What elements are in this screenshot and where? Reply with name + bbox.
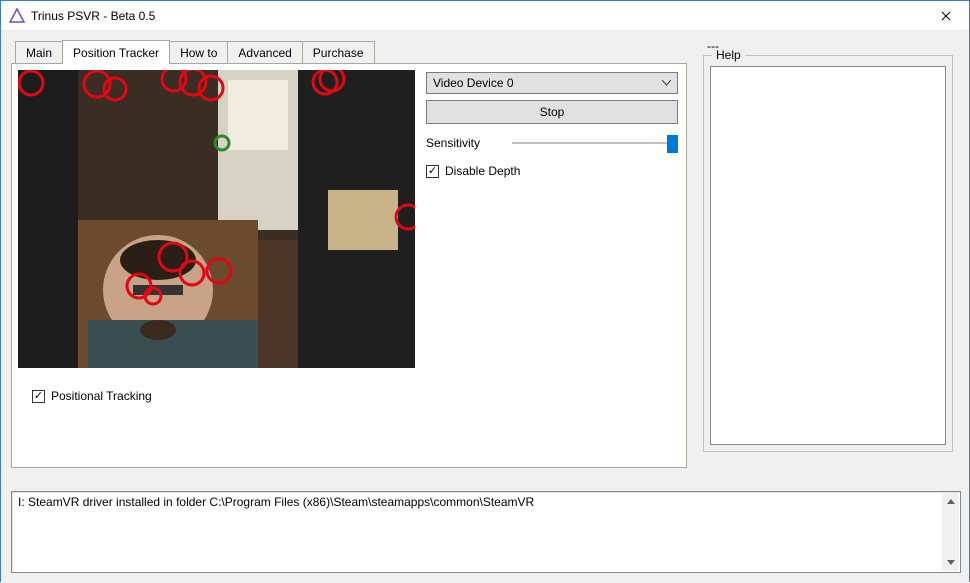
app-icon [9,8,25,24]
tab-main[interactable]: Main [15,41,63,64]
sensitivity-thumb[interactable] [667,135,678,153]
positional-tracking-row: Positional Tracking [32,389,152,403]
titlebar: Trinus PSVR - Beta 0.5 [1,1,969,31]
chevron-down-icon [662,78,671,89]
disable-depth-label: Disable Depth [445,164,520,178]
video-preview [18,70,415,368]
tab-position-tracker[interactable]: Position Tracker [62,40,170,64]
help-content [710,66,946,445]
tab-page-position-tracker: Video Device 0 Stop Sensitivity [11,63,687,468]
scroll-up-icon[interactable] [942,493,959,510]
tab-advanced[interactable]: Advanced [227,41,302,64]
stop-button[interactable]: Stop [426,100,678,124]
log-content: I: SteamVR driver installed in folder C:… [12,492,960,572]
scroll-down-icon[interactable] [942,554,959,571]
help-group: Help [703,55,953,452]
help-legend: Help [712,48,745,62]
positional-tracking-checkbox[interactable] [32,390,45,403]
log-textbox[interactable]: I: SteamVR driver installed in folder C:… [11,491,961,573]
positional-tracking-label: Positional Tracking [51,389,152,403]
video-device-value: Video Device 0 [433,76,514,90]
tab-strip: Main Position Tracker How to Advanced Pu… [15,39,691,63]
sensitivity-slider[interactable] [512,134,678,152]
right-column: --- Help [703,39,953,452]
tab-how-to[interactable]: How to [169,41,228,64]
tab-purchase[interactable]: Purchase [302,41,375,64]
client-area: Main Position Tracker How to Advanced Pu… [1,31,969,583]
close-button[interactable] [923,1,969,31]
controls-column: Video Device 0 Stop Sensitivity [426,72,678,178]
video-device-select[interactable]: Video Device 0 [426,72,678,94]
app-window: Trinus PSVR - Beta 0.5 Main Position Tra… [0,0,970,582]
disable-depth-checkbox[interactable] [426,165,439,178]
window-title: Trinus PSVR - Beta 0.5 [31,9,923,23]
log-scrollbar[interactable] [942,493,959,571]
sensitivity-label: Sensitivity [426,136,496,150]
